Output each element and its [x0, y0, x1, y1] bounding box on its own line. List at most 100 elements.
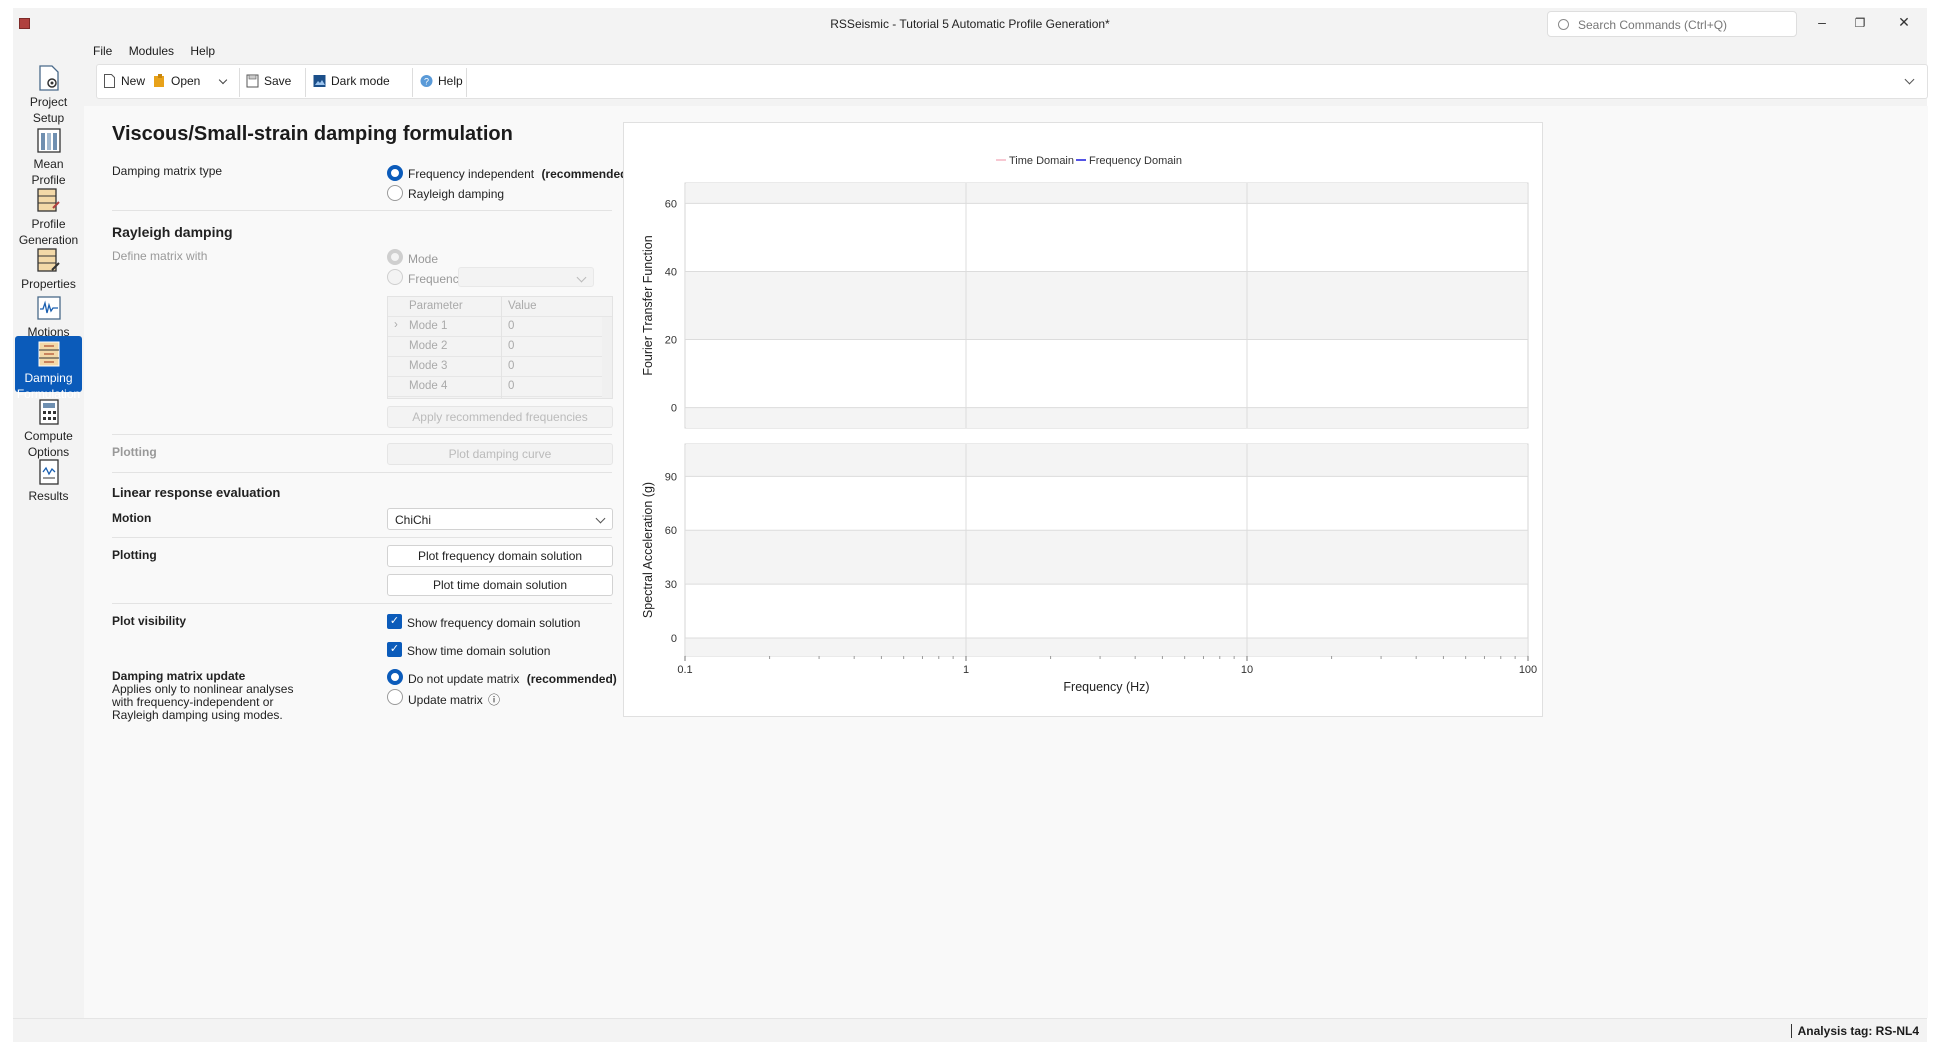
plot-damping-curve-button[interactable]: Plot damping curve	[387, 443, 613, 465]
nav-profile-generation[interactable]: Profile Generation	[15, 182, 82, 247]
nav-label: Mean	[33, 157, 64, 171]
open-folder-icon	[154, 74, 164, 87]
open-button[interactable]: Open	[153, 74, 200, 92]
info-icon[interactable]: ⓘ	[488, 693, 500, 707]
nav-label: Project	[29, 95, 68, 109]
restore-button[interactable]: ❐	[1845, 16, 1875, 36]
plot-frequency-domain-button[interactable]: Plot frequency domain solution	[387, 545, 613, 567]
table-cell[interactable]: 0	[508, 360, 514, 372]
table-cell: Mode 4	[409, 380, 448, 392]
plot-time-domain-button[interactable]: Plot time domain solution	[387, 574, 613, 596]
table-cell: Mode 1	[409, 320, 448, 332]
analysis-tag: Analysis tag: RS-NL4	[1790, 1024, 1919, 1038]
nav-label: Damping	[24, 371, 73, 385]
option-text: Frequency independent	[408, 167, 535, 181]
y-axis-title: Spectral Acceleration (g)	[641, 482, 655, 618]
y-tick-label: 60	[665, 525, 677, 537]
properties-icon	[36, 248, 60, 272]
motion-dropdown[interactable]: ChiChi	[387, 508, 613, 530]
divider	[112, 603, 612, 604]
status-bar: Analysis tag: RS-NL4	[13, 1018, 1927, 1042]
y-tick-label: 90	[665, 471, 677, 483]
show-frequency-domain-label[interactable]: Show frequency domain solution	[407, 616, 580, 630]
new-button[interactable]: New	[103, 74, 145, 92]
search-placeholder: Search Commands (Ctrl+Q)	[1578, 18, 1728, 32]
do-not-update-matrix-radio[interactable]	[387, 669, 403, 685]
nav-label: Compute	[24, 429, 73, 443]
damping-update-description: Applies only to nonlinear analyses	[112, 682, 294, 696]
nav-project-setup[interactable]: Project Setup	[15, 60, 82, 125]
nav-damping-formulation[interactable]: Damping Formulation	[15, 336, 82, 401]
title-bar: RSSeismic - Tutorial 5 Automatic Profile…	[13, 8, 1927, 40]
mode-parameter-table: Parameter Value › Mode 1 0 Mode 2 0 Mode…	[387, 296, 613, 399]
table-cell[interactable]: 0	[508, 380, 514, 392]
table-row[interactable]: › Mode 1 0	[388, 317, 612, 337]
apply-recommended-frequencies-button[interactable]: Apply recommended frequencies	[387, 406, 613, 428]
toolbar-divider	[305, 68, 306, 97]
grid-band	[686, 638, 1527, 656]
x-tick-label: 0.1	[677, 664, 692, 676]
help-icon: ?	[420, 75, 433, 87]
damping-chart: Time Domain Frequency Domain 0 20 40 60 Fourie…	[623, 122, 1543, 717]
table-cell[interactable]: 0	[508, 340, 514, 352]
table-row[interactable]: Mode 2 0	[388, 337, 612, 357]
show-frequency-domain-checkbox[interactable]: ✓	[387, 614, 402, 629]
nav-label: Results	[28, 489, 69, 503]
toolbar-divider	[239, 68, 240, 97]
rayleigh-damping-label[interactable]: Rayleigh damping	[408, 187, 504, 201]
frequency-label: Frequency	[408, 272, 465, 286]
menu-help[interactable]: Help	[190, 44, 215, 58]
toolbar-expand-chevron-icon[interactable]	[1904, 74, 1915, 85]
open-dropdown-button[interactable]	[218, 74, 234, 92]
show-time-domain-label[interactable]: Show time domain solution	[407, 644, 550, 658]
show-time-domain-checkbox[interactable]: ✓	[387, 642, 402, 657]
open-label: Open	[171, 74, 201, 88]
motion-selected-value: ChiChi	[395, 513, 432, 527]
do-not-update-matrix-label[interactable]: Do not update matrix (recommended)	[408, 672, 617, 686]
menu-file[interactable]: File	[93, 44, 112, 58]
project-setup-icon	[38, 65, 59, 91]
table-cell[interactable]: 0	[508, 320, 514, 332]
table-scrollbar[interactable]	[602, 317, 612, 398]
linear-response-section-title: Linear response evaluation	[112, 485, 281, 500]
grid-band	[686, 271, 1527, 340]
dark-mode-button[interactable]: Dark mode	[313, 74, 390, 92]
results-icon	[38, 459, 59, 485]
x-axis-title: Frequency (Hz)	[1063, 680, 1149, 694]
frequency-independent-radio[interactable]	[387, 165, 403, 181]
help-button[interactable]: ? Help	[420, 74, 463, 92]
menu-modules[interactable]: Modules	[129, 44, 174, 58]
divider	[112, 434, 612, 435]
save-button[interactable]: Save	[246, 74, 291, 92]
table-row[interactable]: Mode 4 0	[388, 377, 612, 397]
nav-mean-profile[interactable]: Mean Profile	[15, 122, 82, 187]
chart-svg: Time Domain Frequency Domain 0 20 40 60 Fourie…	[641, 155, 1537, 694]
rayleigh-section-title: Rayleigh damping	[112, 224, 233, 240]
y-tick-label: 0	[671, 633, 677, 645]
option-text: Do not update matrix	[408, 672, 520, 686]
motion-label: Motion	[112, 511, 152, 525]
frequency-radio[interactable]	[387, 269, 403, 285]
recommended-tag: (recommended)	[541, 167, 632, 181]
minimize-button[interactable]: –	[1807, 14, 1837, 34]
nav-motions[interactable]: Motions	[15, 290, 82, 339]
motions-icon	[36, 296, 61, 320]
plot-visibility-label: Plot visibility	[112, 614, 187, 628]
nav-results[interactable]: Results	[15, 454, 82, 503]
close-button[interactable]: ✕	[1889, 14, 1919, 34]
search-commands-input[interactable]: Search Commands (Ctrl+Q)	[1547, 11, 1797, 37]
toolbar-divider	[412, 68, 413, 97]
frequency-dropdown[interactable]	[458, 267, 594, 287]
table-row[interactable]: Mode 3 0	[388, 357, 612, 377]
y-tick-label: 40	[665, 266, 677, 278]
frequency-independent-label[interactable]: Frequency independent (recommended)	[408, 167, 631, 181]
nav-properties[interactable]: Properties	[15, 242, 82, 291]
nav-compute-options[interactable]: Compute Options	[15, 394, 82, 459]
mode-label: Mode	[408, 252, 439, 266]
mode-radio[interactable]	[387, 249, 403, 265]
rayleigh-damping-radio[interactable]	[387, 185, 403, 201]
update-matrix-radio[interactable]	[387, 689, 403, 705]
svg-text:?: ?	[424, 77, 429, 87]
update-matrix-label[interactable]: Update matrix ⓘ	[408, 691, 500, 708]
y-tick-label: 20	[665, 335, 677, 347]
